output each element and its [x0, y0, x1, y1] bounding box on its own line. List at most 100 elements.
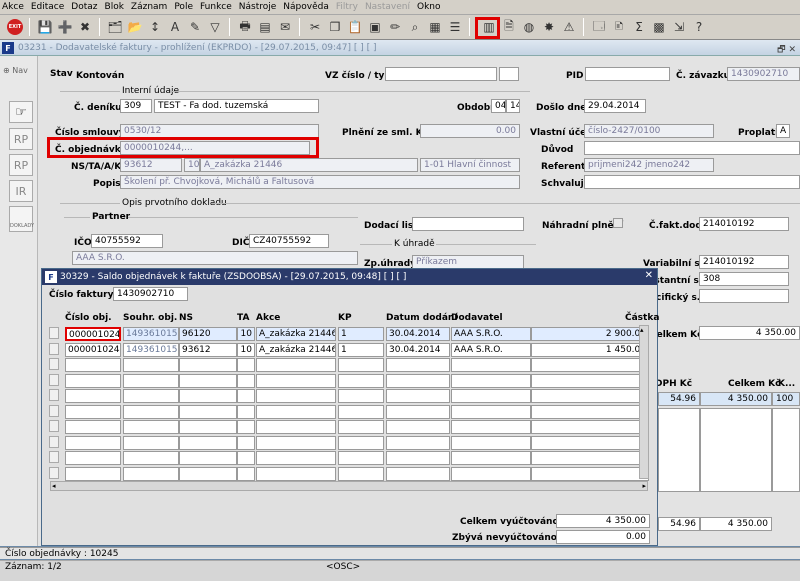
zp-uhrady-field[interactable]: Příkazem — [412, 255, 524, 269]
partner-name-field[interactable]: AAA S.R.O. — [72, 251, 358, 265]
grid-empty-cell[interactable] — [179, 466, 237, 481]
row-indicator[interactable] — [49, 466, 59, 479]
grid-empty-cell[interactable] — [123, 451, 179, 465]
ns-field[interactable]: 93612 — [120, 158, 182, 172]
nav-label[interactable]: ⊕ Nav — [3, 66, 28, 75]
close-icon[interactable]: ✕ — [788, 45, 796, 55]
akce-field[interactable]: A_zakázka 21446 — [200, 158, 418, 172]
row-indicator[interactable] — [49, 404, 59, 417]
proplatit-field[interactable]: A — [776, 124, 790, 138]
grid-empty-cell[interactable] — [256, 466, 336, 481]
report-icon[interactable]: ▤ — [257, 19, 273, 35]
grid-empty-cell[interactable] — [237, 373, 255, 388]
grid-cell-r0-c5[interactable]: 1 — [338, 327, 384, 341]
dodaci-list-field[interactable] — [412, 217, 524, 231]
grid-cell-r0-c8[interactable]: 2 900.00 — [531, 327, 649, 341]
ta-field[interactable]: 10 — [184, 158, 200, 172]
grid-empty-cell[interactable] — [256, 389, 336, 403]
star-icon[interactable]: ✸ — [541, 19, 557, 35]
denik-name-field[interactable]: TEST - Fa dod. tuzemská — [154, 99, 319, 113]
grid-empty-cell[interactable] — [179, 451, 237, 465]
referent-field[interactable]: prijmeni242 jmeno242 — [584, 158, 714, 172]
menu-item-6[interactable]: Funkce — [200, 2, 232, 12]
grid-empty-cell[interactable] — [256, 373, 336, 388]
vz-cislo-field[interactable] — [385, 67, 497, 81]
konstantni-field[interactable]: 308 — [699, 272, 789, 286]
sort-az-icon[interactable]: A — [167, 19, 183, 35]
sort-icon[interactable]: ↕ — [147, 19, 163, 35]
cislo-faktury-field[interactable]: 1430902710 — [113, 287, 188, 301]
dph-row-field[interactable]: 54.96 — [658, 392, 700, 406]
row-indicator[interactable] — [49, 451, 59, 463]
grid-empty-cell[interactable] — [65, 358, 121, 372]
row-indicator[interactable] — [49, 342, 59, 355]
grid-empty-cell[interactable] — [451, 451, 531, 465]
grid-empty-cell[interactable] — [179, 420, 237, 434]
horizontal-scrollbar[interactable]: ◂ ▸ — [50, 481, 648, 491]
paste-icon[interactable]: 📋 — [347, 19, 363, 35]
grid-empty-cell[interactable] — [179, 389, 237, 403]
dialog-close-icon[interactable]: ✕ — [645, 270, 653, 281]
grid-empty-cell[interactable] — [531, 404, 649, 419]
grid-empty-cell[interactable] — [123, 389, 179, 403]
copy-icon[interactable]: ❐ — [327, 19, 343, 35]
cut-icon[interactable]: ✂ — [307, 19, 323, 35]
menu-item-1[interactable]: Editace — [31, 2, 64, 12]
grid-cell-r1-c7[interactable]: AAA S.R.O. — [451, 342, 531, 357]
grid-cell-r1-c0[interactable]: 0000010244 — [65, 342, 121, 357]
grid-empty-cell[interactable] — [237, 451, 255, 465]
row-indicator[interactable] — [49, 373, 59, 386]
grid-empty-cell[interactable] — [237, 389, 255, 403]
grid-empty-cell[interactable] — [237, 420, 255, 434]
menu-item-4[interactable]: Záznam — [131, 2, 167, 12]
grid-empty-cell[interactable] — [531, 389, 649, 403]
mail-icon[interactable]: ✉ — [277, 19, 293, 35]
note-icon[interactable]: 🗈 — [611, 19, 627, 35]
grid-empty-cell[interactable] — [531, 451, 649, 465]
grid-cell-r1-c1[interactable]: 1493610150 — [123, 342, 179, 357]
grid-empty-cell[interactable] — [237, 466, 255, 481]
grid-empty-cell[interactable] — [338, 466, 384, 481]
grid-empty-cell[interactable] — [386, 466, 450, 481]
plneni-field[interactable]: 0.00 — [420, 124, 520, 138]
execute-query-icon[interactable]: 📂 — [127, 19, 143, 35]
nav-button-ir[interactable]: IR — [9, 180, 33, 202]
delete-record-icon[interactable]: ✖ — [77, 19, 93, 35]
ico-field[interactable]: 40755592 — [91, 234, 163, 248]
grid-empty-cell[interactable] — [237, 435, 255, 450]
find-icon[interactable]: ⌕ — [407, 19, 423, 35]
grid-empty-cell[interactable] — [386, 420, 450, 434]
grid-empty-cell[interactable] — [256, 451, 336, 465]
celkem-empty-rows[interactable] — [700, 408, 772, 492]
grid-empty-cell[interactable] — [338, 404, 384, 419]
save-icon[interactable]: 💾 — [37, 19, 53, 35]
filter-icon[interactable]: ▽ — [207, 19, 223, 35]
grid-cell-r0-c6[interactable]: 30.04.2014 — [386, 327, 450, 341]
nav-button-rp-1[interactable]: RP — [9, 128, 33, 150]
grid-empty-cell[interactable] — [386, 404, 450, 419]
c-zavazku-field[interactable]: 1430902710 — [727, 67, 800, 81]
scroll-up-icon[interactable]: ▴ — [640, 326, 644, 334]
cislo-smlouvy-field[interactable]: 0530/12 — [120, 124, 319, 138]
menu-item-11[interactable]: Okno — [417, 2, 441, 12]
menu-item-7[interactable]: Nástroje — [239, 2, 277, 12]
grid-empty-cell[interactable] — [256, 358, 336, 372]
excel-icon[interactable]: ▩ — [651, 19, 667, 35]
grid-empty-cell[interactable] — [123, 466, 179, 481]
nav-button-rp-2[interactable]: RP — [9, 154, 33, 176]
menu-item-10[interactable]: Nastavení — [365, 2, 410, 12]
grid-empty-cell[interactable] — [65, 451, 121, 465]
grid-empty-cell[interactable] — [179, 358, 237, 372]
grid-empty-cell[interactable] — [386, 373, 450, 388]
grid-empty-cell[interactable] — [338, 358, 384, 372]
kp-field[interactable]: 1-01 Hlavní činnost — [420, 158, 520, 172]
menu-item-0[interactable]: Akce — [2, 2, 24, 12]
menu-item-5[interactable]: Pole — [174, 2, 193, 12]
document-icon[interactable]: 🗎 — [501, 19, 517, 35]
grid-cell-r0-c3[interactable]: 10 — [237, 327, 255, 341]
globe-icon[interactable]: ◍ — [521, 19, 537, 35]
grid-empty-cell[interactable] — [451, 358, 531, 372]
paste-special-icon[interactable]: ▣ — [367, 19, 383, 35]
grid-empty-cell[interactable] — [65, 466, 121, 481]
c-deniku-field[interactable]: 309 — [120, 99, 152, 113]
